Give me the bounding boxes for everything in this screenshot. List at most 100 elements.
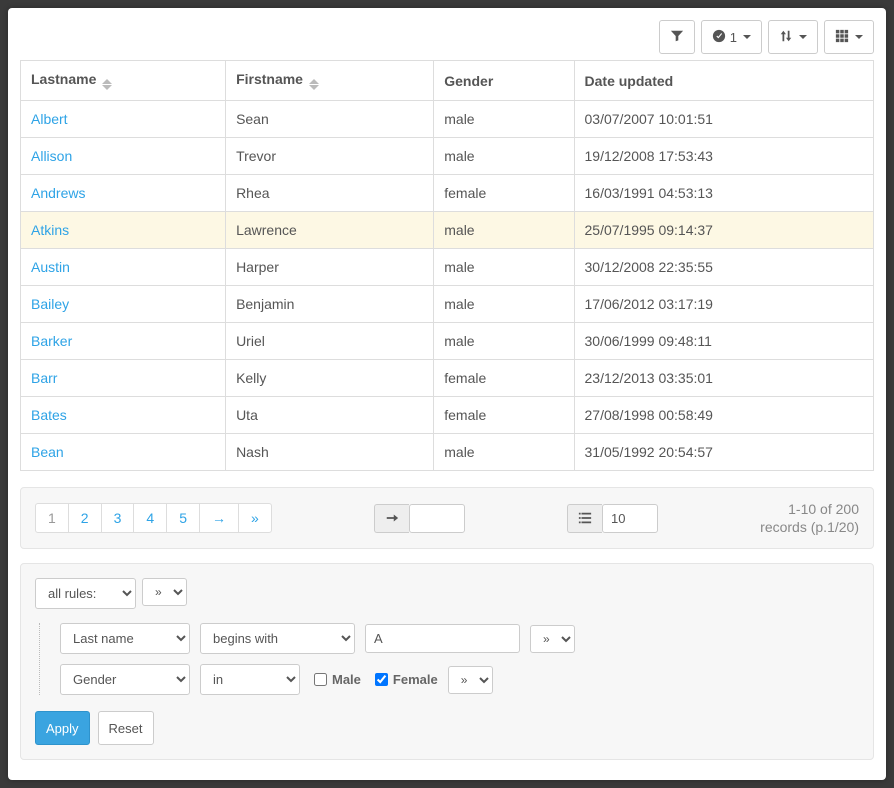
- table-row: AustinHarpermale30/12/2008 22:35:55: [21, 249, 874, 286]
- apply-button[interactable]: Apply: [35, 711, 90, 745]
- filter-header: all rules: »: [35, 578, 859, 609]
- cell-date: 19/12/2008 17:53:43: [574, 138, 873, 175]
- sort-icon: [779, 29, 793, 46]
- sort-options-button[interactable]: [768, 20, 818, 54]
- cell-lastname: Bates: [21, 397, 226, 434]
- cell-lastname: Barr: [21, 360, 226, 397]
- page-size-input[interactable]: [602, 504, 658, 533]
- cell-gender: male: [434, 138, 574, 175]
- rule-field-select[interactable]: Gender: [60, 664, 190, 695]
- page-link[interactable]: 4: [133, 503, 167, 533]
- cell-lastname: Bean: [21, 434, 226, 471]
- selection-count-label: 1: [730, 30, 737, 45]
- lastname-link[interactable]: Bean: [31, 444, 64, 460]
- filter-rule: Gender in Male Female »: [60, 664, 859, 695]
- column-label: Date updated: [585, 73, 674, 89]
- male-checkbox[interactable]: [314, 673, 327, 686]
- cell-lastname: Andrews: [21, 175, 226, 212]
- column-label: Gender: [444, 73, 493, 89]
- column-header: Date updated: [574, 61, 873, 101]
- page-link[interactable]: 2: [68, 503, 102, 533]
- selection-count-button[interactable]: 1: [701, 20, 762, 54]
- rule-option-female[interactable]: Female: [371, 670, 438, 689]
- table-row: Bates Utafemale27/08/1998 00:58:49: [21, 397, 874, 434]
- cell-lastname: Austin: [21, 249, 226, 286]
- lastname-link[interactable]: Barker: [31, 333, 72, 349]
- rule-op-select[interactable]: in: [200, 664, 300, 695]
- cell-gender: female: [434, 175, 574, 212]
- filter-icon: [670, 29, 684, 46]
- rule-value-input[interactable]: [365, 624, 520, 653]
- data-table: Lastname Firstname Gender Date updated Albe…: [20, 60, 874, 471]
- reset-button[interactable]: Reset: [98, 711, 154, 745]
- female-label: Female: [393, 672, 438, 687]
- cell-date: 17/06/2012 03:17:19: [574, 286, 873, 323]
- cell-firstname: Benjamin: [226, 286, 434, 323]
- cell-gender: male: [434, 249, 574, 286]
- cell-date: 31/05/1992 20:54:57: [574, 434, 873, 471]
- arrow-right-icon: [385, 511, 399, 525]
- lastname-link[interactable]: Bailey: [31, 296, 69, 312]
- caret-down-icon: [799, 35, 807, 39]
- filter-area: all rules: » Last name begins with »: [20, 563, 874, 760]
- column-header[interactable]: Firstname: [226, 61, 434, 101]
- rule-actions-select[interactable]: »: [448, 666, 493, 694]
- page-link[interactable]: 3: [101, 503, 135, 533]
- table-row: BarrKellyfemale23/12/2013 03:35:01: [21, 360, 874, 397]
- cell-firstname: Uriel: [226, 323, 434, 360]
- grid-icon: [835, 29, 849, 46]
- page-link[interactable]: 5: [166, 503, 200, 533]
- column-header[interactable]: Lastname: [21, 61, 226, 101]
- records-info-line2: records (p.1/20): [760, 518, 859, 536]
- page-size-button[interactable]: [567, 504, 602, 533]
- lastname-link[interactable]: Bates: [31, 407, 67, 423]
- cell-date: 16/03/1991 04:53:13: [574, 175, 873, 212]
- lastname-link[interactable]: Austin: [31, 259, 70, 275]
- goto-page-input[interactable]: [409, 504, 465, 533]
- lastname-link[interactable]: Albert: [31, 111, 68, 127]
- rule-op-select[interactable]: begins with: [200, 623, 355, 654]
- rule-actions-select[interactable]: »: [530, 625, 575, 653]
- caret-down-icon: [855, 35, 863, 39]
- cell-lastname: Bailey: [21, 286, 226, 323]
- cell-lastname: Atkins: [21, 212, 226, 249]
- cell-date: 25/07/1995 09:14:37: [574, 212, 873, 249]
- grid-toolbar: 1: [20, 20, 874, 54]
- filter-actions: Apply Reset: [35, 711, 859, 745]
- cell-gender: female: [434, 397, 574, 434]
- check-circle-icon: [712, 29, 726, 46]
- lastname-link[interactable]: Barr: [31, 370, 57, 386]
- table-row: AlbertSeanmale03/07/2007 10:01:51: [21, 101, 874, 138]
- cell-date: 27/08/1998 00:58:49: [574, 397, 873, 434]
- female-checkbox[interactable]: [375, 673, 388, 686]
- page-link[interactable]: 1: [35, 503, 69, 533]
- combinator-select[interactable]: all rules:: [35, 578, 136, 609]
- filter-rule: Last name begins with »: [60, 623, 859, 654]
- page-size-group: [567, 504, 658, 533]
- table-row: BaileyBenjaminmale17/06/2012 03:17:19: [21, 286, 874, 323]
- male-label: Male: [332, 672, 361, 687]
- cell-firstname: Kelly: [226, 360, 434, 397]
- rule-field-select[interactable]: Last name: [60, 623, 190, 654]
- lastname-link[interactable]: Atkins: [31, 222, 69, 238]
- cell-gender: male: [434, 434, 574, 471]
- rule-option-male[interactable]: Male: [310, 670, 361, 689]
- lastname-link[interactable]: Andrews: [31, 185, 85, 201]
- lastname-link[interactable]: Allison: [31, 148, 72, 164]
- cell-firstname: Uta: [226, 397, 434, 434]
- table-row: BeanNashmale31/05/1992 20:54:57: [21, 434, 874, 471]
- column-header: Gender: [434, 61, 574, 101]
- cell-date: 23/12/2013 03:35:01: [574, 360, 873, 397]
- page-link[interactable]: →: [199, 503, 239, 533]
- columns-options-button[interactable]: [824, 20, 874, 54]
- cell-lastname: Allison: [21, 138, 226, 175]
- filter-toggle-button[interactable]: [659, 20, 695, 54]
- add-group-select[interactable]: »: [142, 578, 187, 606]
- goto-page-group: [374, 504, 465, 533]
- cell-firstname: Rhea: [226, 175, 434, 212]
- goto-page-button[interactable]: [374, 504, 409, 533]
- cell-firstname: Harper: [226, 249, 434, 286]
- page-link[interactable]: »: [238, 503, 272, 533]
- list-icon: [578, 511, 592, 525]
- column-label: Firstname: [236, 71, 303, 87]
